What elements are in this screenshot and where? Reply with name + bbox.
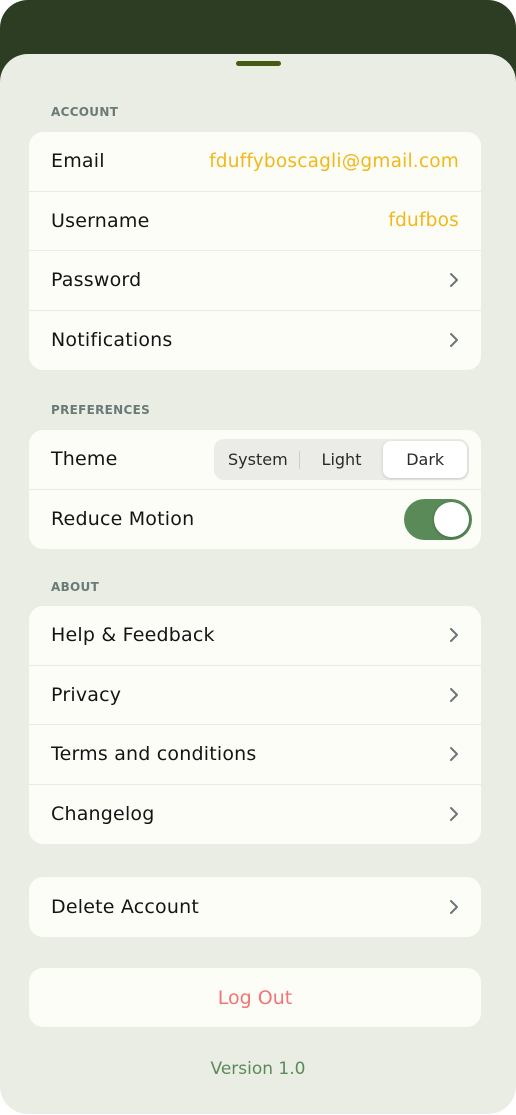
section-label-preferences: PREFERENCES [51,403,151,417]
row-label: Terms and conditions [51,743,257,766]
version-label: Version 1.0 [210,1059,306,1079]
row-username[interactable]: Username fdufbos [29,192,481,251]
settings-sheet: ACCOUNT Email fduffyboscagli@gmail.com U… [0,54,516,1114]
email-value: fduffyboscagli@gmail.com [209,150,459,172]
logout-button[interactable]: Log Out [29,968,481,1027]
preferences-card: Theme System Light Dark Reduce Motion [29,430,481,549]
row-label: Email [51,150,105,173]
row-theme: Theme System Light Dark [29,430,481,490]
row-label: Delete Account [51,895,199,918]
toggle-knob [434,501,469,537]
row-label: Notifications [51,329,173,352]
section-label-account: ACCOUNT [51,105,119,119]
row-label: Help & Feedback [51,624,215,647]
row-label: Privacy [51,683,122,706]
row-label: Password [51,269,142,292]
row-changelog[interactable]: Changelog [29,785,481,845]
delete-account-button[interactable]: Delete Account [29,877,481,937]
row-email[interactable]: Email fduffyboscagli@gmail.com [29,132,481,192]
chevron-right-icon [450,899,458,914]
username-value: fdufbos [388,210,459,232]
chevron-right-icon [450,333,458,348]
account-card: Email fduffyboscagli@gmail.com Username … [29,132,481,370]
chevron-right-icon [450,628,458,643]
theme-option-light[interactable]: Light [300,441,384,478]
theme-segmented-control: System Light Dark [214,438,469,480]
section-label-about: ABOUT [51,580,100,594]
row-reduce-motion: Reduce Motion [29,490,481,550]
chevron-right-icon [450,807,458,822]
chevron-right-icon [450,747,458,762]
drag-handle[interactable] [236,61,281,66]
reduce-motion-toggle[interactable] [404,498,472,540]
theme-option-system[interactable]: System [216,441,300,478]
row-label: Reduce Motion [51,508,195,531]
theme-option-dark[interactable]: Dark [383,440,468,478]
row-terms[interactable]: Terms and conditions [29,725,481,785]
chevron-right-icon [450,273,458,288]
delete-account-card: Delete Account [29,877,481,937]
row-help-feedback[interactable]: Help & Feedback [29,606,481,666]
row-password[interactable]: Password [29,251,481,311]
about-card: Help & Feedback Privacy Terms and condit… [29,606,481,844]
chevron-right-icon [450,687,458,702]
row-label: Username [51,209,150,232]
row-privacy[interactable]: Privacy [29,666,481,725]
logout-card: Log Out [29,968,481,1027]
row-label: Theme [51,448,118,471]
row-label: Changelog [51,803,155,826]
row-notifications[interactable]: Notifications [29,311,481,371]
